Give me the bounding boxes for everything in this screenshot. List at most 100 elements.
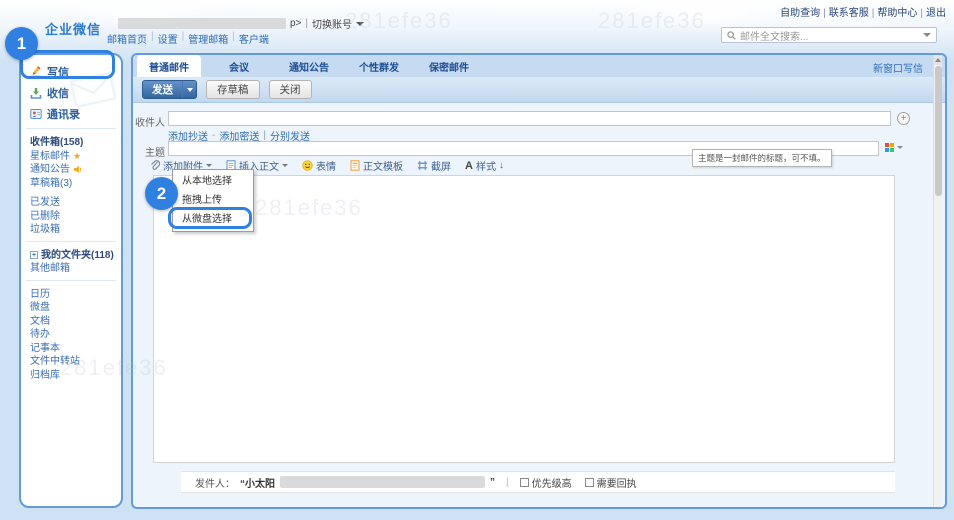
sidebar-folder-list: 收件箱(158) 星标邮件 ★ 通知公告 草稿箱(3) 已发送 已删除 垃圾箱 xyxy=(21,133,121,237)
sidebar-item-contacts[interactable]: 通讯录 xyxy=(30,103,121,124)
folder-label: 收件箱(158) xyxy=(30,137,84,148)
mail-tag-selector[interactable] xyxy=(885,143,903,152)
search-input[interactable]: 邮件全文搜索... xyxy=(721,27,937,43)
sidebar-item-calendar[interactable]: 日历 xyxy=(30,288,121,302)
expand-icon[interactable]: + xyxy=(30,251,38,260)
read-receipt-checkbox[interactable] xyxy=(584,477,594,487)
settings-link[interactable]: 设置 xyxy=(158,31,178,46)
quick-links: 自助查询 | 联系客服 | 帮助中心 | 退出 xyxy=(780,4,946,19)
tab-meeting[interactable]: 会议 xyxy=(207,55,271,77)
folder-label: 我的文件夹(118) xyxy=(41,249,114,261)
chevron-down-icon xyxy=(282,164,288,167)
switch-account-link[interactable]: 切换账号 xyxy=(312,16,352,31)
receive-mail-icon xyxy=(30,87,42,99)
link-separator: | xyxy=(823,8,826,19)
search-placeholder: 邮件全文搜索... xyxy=(740,31,809,43)
style-button[interactable]: A 样式 ↓ xyxy=(465,158,504,174)
star-icon: ★ xyxy=(73,150,82,161)
tab-notice[interactable]: 通知公告 xyxy=(277,55,341,77)
folder-label: 星标邮件 xyxy=(30,150,70,162)
scrollbar-up-arrow-icon[interactable] xyxy=(934,55,942,65)
sidebar-item-trash[interactable]: 垃圾箱 xyxy=(30,223,121,237)
manage-mailbox-link[interactable]: 管理邮箱 xyxy=(188,31,228,46)
sidebar-item-docs[interactable]: 文档 xyxy=(30,315,121,329)
link-separator: | xyxy=(232,31,235,42)
divider xyxy=(26,128,116,129)
help-center-link[interactable]: 帮助中心 xyxy=(877,8,917,19)
priority-high-label: 优先级高 xyxy=(531,478,572,490)
compose-panel: 普通邮件 会议 通知公告 个性群发 保密邮件 新窗口写信 发送 存草稿 关闭 收… xyxy=(131,53,947,509)
contacts-card-icon xyxy=(30,108,42,119)
sidebar-item-other-mailbox[interactable]: 其他邮箱 xyxy=(30,262,121,276)
tab-confidential-mail[interactable]: 保密邮件 xyxy=(417,55,481,77)
vertical-scrollbar[interactable] xyxy=(933,55,942,507)
tool-label: 样式 xyxy=(475,162,496,173)
save-draft-button[interactable]: 存草稿 xyxy=(206,80,260,99)
sidebar-item-archive[interactable]: 归档库 xyxy=(30,369,121,383)
separator: - xyxy=(212,130,216,141)
tab-normal-mail[interactable]: 普通邮件 xyxy=(137,55,201,77)
sidebar-item-sent[interactable]: 已发送 xyxy=(30,196,121,210)
sidebar-item-my-folders[interactable]: + 我的文件夹(118) xyxy=(30,249,121,263)
sidebar-item-starred[interactable]: 星标邮件 ★ xyxy=(30,150,121,164)
read-receipt-option[interactable]: 需要回执 xyxy=(584,475,637,490)
separator: | xyxy=(305,18,309,29)
sidebar-item-notes[interactable]: 记事本 xyxy=(30,342,121,356)
tab-personalized-bulk[interactable]: 个性群发 xyxy=(347,55,411,77)
link-separator: | xyxy=(181,31,185,42)
compose-actionbar: 发送 存草稿 关闭 xyxy=(133,77,945,103)
annotation-step-2-badge: 2 xyxy=(145,177,178,210)
account-row: p> | 切换账号 xyxy=(118,16,365,31)
folder-label: 草稿箱(3) xyxy=(30,177,73,189)
sidebar-item-todo[interactable]: 待办 xyxy=(30,328,121,342)
sidebar-item-wedrive[interactable]: 微盘 xyxy=(30,301,121,315)
sidebar-item-label: 通讯录 xyxy=(47,108,80,121)
send-options-caret-icon[interactable] xyxy=(182,81,196,98)
logout-link[interactable]: 退出 xyxy=(926,8,946,19)
template-document-icon xyxy=(350,160,360,171)
contact-support-link[interactable]: 联系客服 xyxy=(829,8,869,19)
speaker-icon xyxy=(73,166,82,174)
tool-label: 表情 xyxy=(316,162,336,173)
priority-high-option[interactable]: 优先级高 xyxy=(519,475,572,490)
self-service-link[interactable]: 自助查询 xyxy=(780,8,820,19)
scrollbar-thumb[interactable] xyxy=(935,66,942,196)
sidebar-item-file-transfer[interactable]: 文件中转站 xyxy=(30,355,121,369)
screenshot-crosshair-icon xyxy=(417,160,428,171)
sidebar-item-drafts[interactable]: 草稿箱(3) xyxy=(30,177,121,191)
menu-item-select-from-local[interactable]: 从本地选择 xyxy=(173,172,253,191)
send-button[interactable]: 发送 xyxy=(142,80,197,99)
priority-high-checkbox[interactable] xyxy=(519,477,529,487)
annotation-box-compose xyxy=(20,50,115,79)
sidebar-item-inbox[interactable]: 收件箱(158) xyxy=(30,136,121,150)
client-link[interactable]: 客户端 xyxy=(239,31,269,46)
sidebar-item-receive[interactable]: 收信 xyxy=(30,82,121,103)
tag-grid-icon xyxy=(885,143,894,152)
divider xyxy=(26,240,116,242)
sidebar-item-label: 收信 xyxy=(47,87,69,100)
folder-label: 垃圾箱 xyxy=(30,224,60,235)
app-label: 日历 xyxy=(30,288,50,300)
sidebar-item-notices[interactable]: 通知公告 xyxy=(30,163,121,177)
compose-tabs: 普通邮件 会议 通知公告 个性群发 保密邮件 xyxy=(133,55,945,77)
screenshot-button[interactable]: 截屏 xyxy=(417,158,451,173)
app-label: 文件中转站 xyxy=(30,356,80,367)
recipient-label: 收件人 xyxy=(135,118,165,129)
paperclip-icon xyxy=(151,160,160,170)
emoji-button[interactable]: 表情 xyxy=(302,158,336,173)
add-recipient-icon[interactable]: + xyxy=(897,112,910,125)
search-icon xyxy=(727,30,736,40)
search-options-caret-icon[interactable] xyxy=(923,33,931,37)
sidebar-item-deleted[interactable]: 已删除 xyxy=(30,210,121,224)
annotation-box-wedrive-option xyxy=(168,207,252,229)
close-button[interactable]: 关闭 xyxy=(268,80,312,99)
message-body-editor[interactable] xyxy=(153,175,895,463)
tool-label: 截屏 xyxy=(431,162,451,173)
folder-label: 通知公告 xyxy=(30,164,70,175)
sidebar-myfolders-section: + 我的文件夹(118) 其他邮箱 xyxy=(21,246,121,276)
folder-label: 已发送 xyxy=(30,197,60,208)
new-window-compose-link[interactable]: 新窗口写信 xyxy=(873,60,923,75)
recipient-input[interactable] xyxy=(168,111,891,126)
mailbox-home-link[interactable]: 邮箱首页 xyxy=(107,31,147,46)
body-template-button[interactable]: 正文模板 xyxy=(350,158,403,173)
